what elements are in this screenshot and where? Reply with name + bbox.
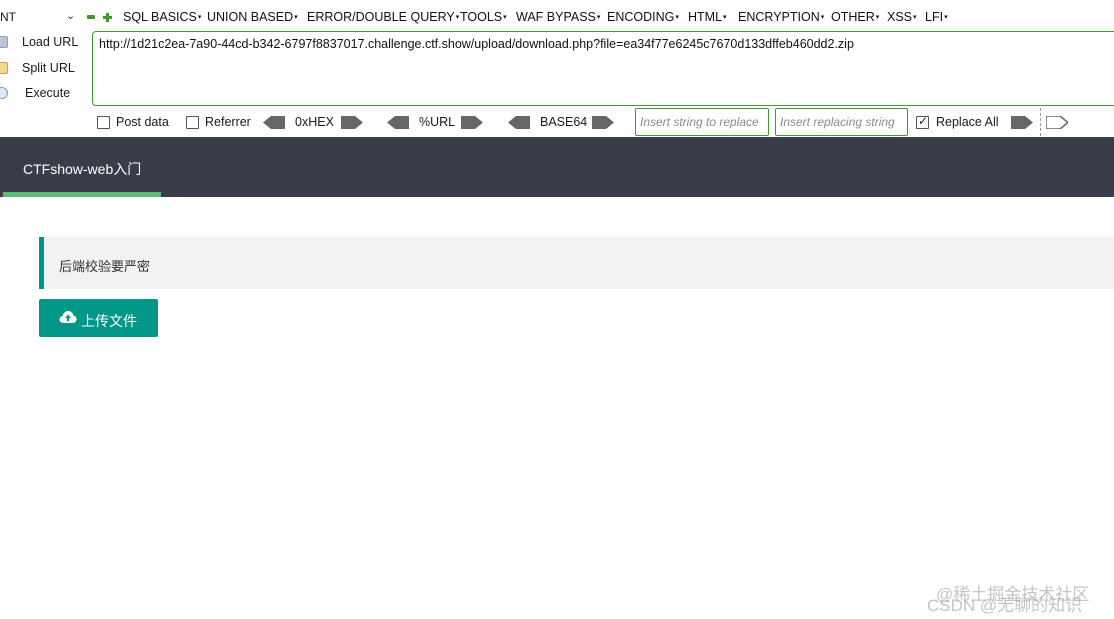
menu-label: XSS — [887, 10, 913, 24]
hackbar-menubar: NT ⌄ SQL BASICS▾ UNION BASED▾ ERROR/DOUB… — [0, 0, 1114, 34]
dropdown-arrow-icon: ▾ — [820, 14, 825, 21]
replace-string-input[interactable] — [635, 108, 769, 136]
hackbar-toolbar: Post data Referrer 0xHEX %URL BASE64 Rep… — [0, 108, 1114, 136]
notice-text: 后端校验要严密 — [59, 259, 151, 274]
dropdown-arrow-icon: ▾ — [455, 14, 460, 21]
menu-other[interactable]: OTHER▾ — [831, 10, 879, 24]
url-encode-arrow-icon[interactable] — [461, 116, 483, 129]
replace-all-checkbox[interactable] — [916, 114, 929, 129]
active-indicator — [3, 192, 161, 197]
menu-encoding[interactable]: ENCODING▾ — [607, 10, 679, 24]
replace-arrow-icon[interactable] — [1011, 116, 1033, 129]
url-encode-label: %URL — [419, 115, 456, 129]
load-url-label: Load URL — [22, 35, 79, 49]
split-url-button[interactable]: Split URL — [0, 59, 90, 79]
menu-label: WAF BYPASS — [516, 10, 596, 24]
menu-error-double-query[interactable]: ERROR/DOUBLE QUERY▾ — [307, 10, 459, 24]
menu-label: SQL BASICS — [123, 10, 197, 24]
mode-select[interactable]: NT ⌄ — [0, 8, 80, 26]
plus-icon[interactable] — [103, 13, 112, 22]
menu-tools[interactable]: TOOLS▾ — [460, 10, 507, 24]
menu-encryption[interactable]: ENCRYPTION▾ — [738, 10, 824, 24]
menu-label: UNION BASED — [207, 10, 294, 24]
upload-file-label: 上传文件 — [81, 313, 137, 329]
load-url-button[interactable]: Load URL — [0, 33, 90, 53]
upload-file-button[interactable]: 上传文件 — [39, 299, 158, 337]
hex-label: 0xHEX — [295, 115, 334, 129]
mode-select-value: NT — [0, 10, 16, 24]
referrer-label: Referrer — [205, 115, 251, 129]
notice-blockquote: 后端校验要严密 — [39, 237, 1114, 289]
execute-label: Execute — [25, 86, 71, 100]
dropdown-arrow-icon: ▾ — [675, 14, 679, 21]
menu-label: HTML — [688, 10, 723, 24]
base64-encode-arrow-icon[interactable] — [592, 116, 614, 129]
menu-label: TOOLS — [460, 10, 503, 24]
cloud-upload-icon — [59, 311, 77, 323]
post-data-label: Post data — [116, 115, 169, 129]
menu-label: ENCODING — [607, 10, 675, 24]
replacing-string-input[interactable] — [775, 108, 908, 136]
menu-union-based[interactable]: UNION BASED▾ — [207, 10, 298, 24]
nav-item-label: CTFshow-web入门 — [23, 161, 142, 177]
menu-waf-bypass[interactable]: WAF BYPASS▾ — [516, 10, 600, 24]
split-url-label: Split URL — [22, 61, 75, 75]
menu-xss[interactable]: XSS▾ — [887, 10, 917, 24]
toolbar-divider — [1040, 108, 1041, 136]
execute-button[interactable]: Execute — [0, 84, 90, 104]
hackbar: NT ⌄ SQL BASICS▾ UNION BASED▾ ERROR/DOUB… — [0, 0, 1114, 137]
referrer-checkbox[interactable] — [186, 116, 199, 129]
chevron-down-icon: ⌄ — [66, 10, 76, 22]
dropdown-arrow-icon: ▾ — [294, 14, 298, 21]
execute-icon — [0, 87, 8, 99]
dropdown-arrow-icon: ▾ — [875, 14, 880, 21]
split-url-icon — [0, 62, 8, 74]
hex-decode-arrow-icon[interactable] — [263, 116, 285, 129]
base64-label: BASE64 — [540, 115, 588, 129]
menu-label: OTHER — [831, 10, 875, 24]
menu-lfi[interactable]: LFI▾ — [925, 10, 948, 24]
csdn-watermark: CSDN @无聊的知识 — [927, 596, 1083, 615]
replace-all-label: Replace All — [936, 115, 999, 129]
menu-label: ERROR/DOUBLE QUERY — [307, 10, 455, 24]
hex-encode-arrow-icon[interactable] — [341, 116, 363, 129]
base64-decode-arrow-icon[interactable] — [508, 116, 530, 129]
menu-sql-basics[interactable]: SQL BASICS▾ — [123, 10, 201, 24]
dropdown-arrow-icon: ▾ — [503, 14, 507, 21]
nav-item-ctfshow[interactable]: CTFshow-web入门 — [0, 137, 161, 197]
load-url-icon — [0, 36, 8, 48]
top-nav: CTFshow-web入门 — [0, 137, 1114, 197]
menu-label: LFI — [925, 10, 944, 24]
menu-html[interactable]: HTML▾ — [688, 10, 727, 24]
url-textarea[interactable]: http://1d21c2ea-7a90-44cd-b342-6797f8837… — [92, 31, 1114, 106]
dropdown-arrow-icon: ▾ — [596, 14, 601, 21]
dropdown-arrow-icon: ▾ — [723, 14, 727, 21]
dropdown-arrow-icon: ▾ — [913, 14, 917, 21]
url-decode-arrow-icon[interactable] — [387, 116, 409, 129]
dropdown-arrow-icon: ▾ — [197, 14, 202, 21]
menu-label: ENCRYPTION — [738, 10, 820, 24]
dropdown-arrow-icon: ▾ — [944, 14, 948, 21]
post-data-checkbox[interactable] — [97, 116, 110, 129]
minus-icon[interactable] — [87, 15, 95, 19]
swap-arrow-icon[interactable] — [1046, 116, 1068, 129]
